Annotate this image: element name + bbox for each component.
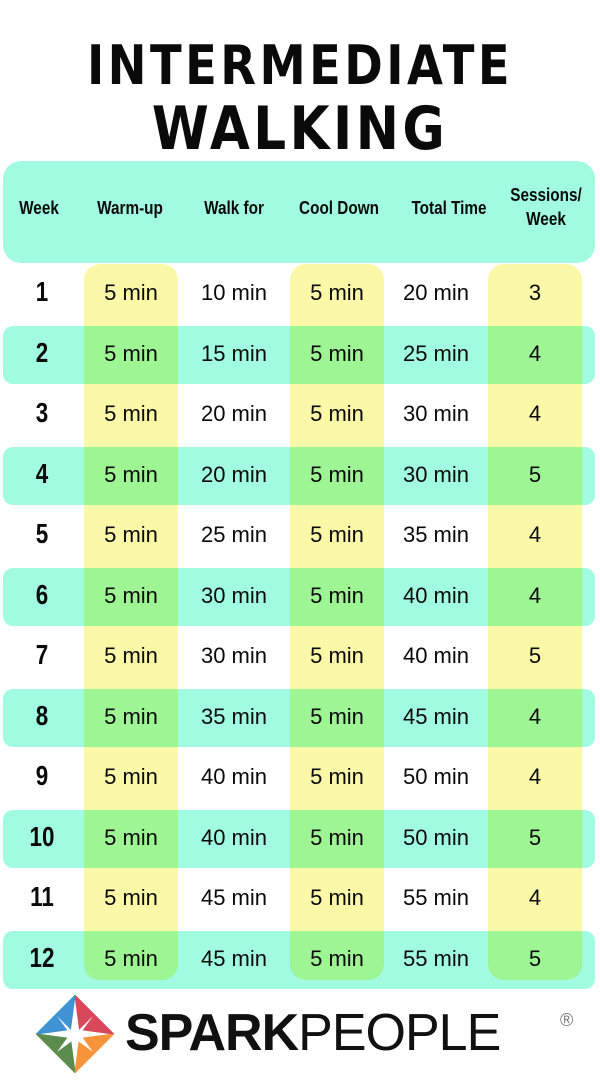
header-warmup: Warm-up [97,198,163,218]
cooldown-cell: 5 min [310,522,364,547]
week-number: 4 [35,457,49,489]
walk-cell: 20 min [200,401,268,426]
week-number: 3 [35,397,49,428]
warmup-cell: 5 min [104,885,158,910]
brand-light: PEOPLE [298,1004,501,1062]
header-sessions-per-week: Sessions/ Week [504,183,589,231]
sessions-cell: 4 [528,885,542,910]
cooldown-cell: 5 min [310,703,364,729]
total-cell: 50 min [402,824,470,850]
warmup-cell: 5 min [104,522,158,547]
header-total-time: Total Time [411,198,487,218]
sessions-cell: 4 [528,522,542,547]
cooldown-cell: 5 min [310,280,364,305]
header-sessions-line2: Week [526,209,566,229]
total-cell: 30 min [402,461,470,487]
header-week: Week [19,198,59,218]
week-number: 6 [35,578,49,610]
warmup-cell: 5 min [104,643,158,668]
cooldown-cell: 5 min [310,764,364,789]
warmup-cell: 5 min [104,945,158,971]
cooldown-cell: 5 min [310,340,364,366]
cooldown-cell: 5 min [310,824,364,850]
sessions-cell: 5 [528,824,542,850]
cooldown-cell: 5 min [310,885,364,910]
sessions-cell: 5 [528,461,542,487]
sessions-cell: 3 [528,280,542,305]
brand-wordmark: SPARKPEOPLE [125,1003,501,1063]
sessions-cell: 4 [528,582,542,608]
warmup-cell: 5 min [104,764,158,789]
walk-cell: 10 min [200,280,268,305]
total-cell: 55 min [402,945,470,971]
walk-cell: 35 min [200,703,268,729]
week-number: 9 [35,760,49,791]
registered-mark: ® [560,1010,574,1030]
week-number: 8 [35,699,49,731]
total-cell: 40 min [402,643,470,668]
header-cool-down: Cool Down [299,198,379,218]
week-number: 11 [30,881,54,912]
walk-cell: 25 min [200,522,268,547]
warmup-cell: 5 min [104,340,158,366]
sessions-cell: 4 [528,764,542,789]
walk-cell: 40 min [200,764,268,789]
sessions-cell: 5 [528,643,542,668]
total-cell: 55 min [402,885,470,910]
total-cell: 40 min [402,582,470,608]
brand-bold: SPARK [125,1004,299,1062]
cooldown-cell: 5 min [310,461,364,487]
total-cell: 50 min [402,764,470,789]
week-number: 1 [35,276,49,307]
header-walk-for: Walk for [204,198,264,218]
cooldown-cell: 5 min [310,945,364,971]
cooldown-column-highlight [290,264,384,980]
walk-cell: 20 min [200,461,268,487]
warmup-cell: 5 min [104,582,158,608]
title-line-1: INTERMEDIATE [86,34,514,97]
week-number: 5 [35,518,49,549]
walk-cell: 45 min [200,885,268,910]
warmup-cell: 5 min [104,401,158,426]
cooldown-cell: 5 min [310,582,364,608]
walk-cell: 40 min [200,824,268,850]
warmup-cell: 5 min [104,703,158,729]
header-sessions-line1: Sessions/ [510,185,582,205]
walk-cell: 30 min [200,582,268,608]
spark-diamond-icon [35,994,115,1074]
total-cell: 30 min [402,401,470,426]
sessions-cell: 4 [528,340,542,366]
sessions-cell: 5 [528,945,542,971]
total-cell: 25 min [402,340,470,366]
warmup-column-highlight [84,264,178,980]
sessions-cell: 4 [528,401,542,426]
warmup-cell: 5 min [104,824,158,850]
walk-cell: 45 min [200,945,268,971]
week-number: 2 [35,336,49,368]
total-cell: 35 min [402,522,470,547]
total-cell: 45 min [402,703,470,729]
cooldown-cell: 5 min [310,643,364,668]
walk-cell: 15 min [200,340,268,366]
walk-cell: 30 min [200,643,268,668]
week-number: 12 [29,941,55,973]
warmup-cell: 5 min [104,280,158,305]
sessions-column-highlight [488,264,582,980]
sessions-cell: 4 [528,703,542,729]
cooldown-cell: 5 min [310,401,364,426]
week-number: 10 [29,820,55,852]
total-cell: 20 min [402,280,470,305]
week-number: 7 [35,639,49,670]
warmup-cell: 5 min [104,461,158,487]
